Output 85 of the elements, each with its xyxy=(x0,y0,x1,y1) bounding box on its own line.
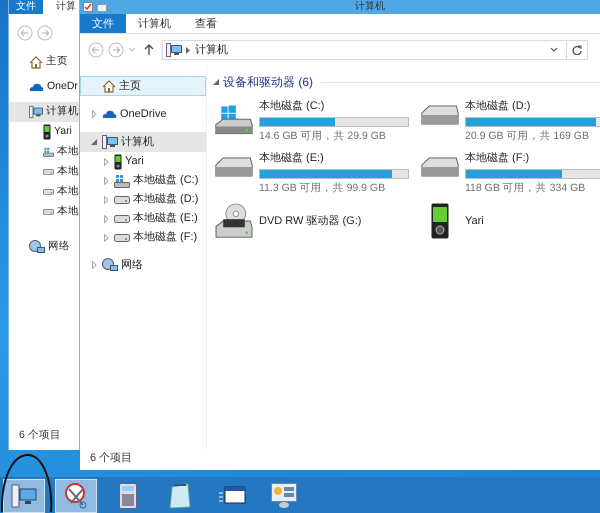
up-button[interactable] xyxy=(144,44,154,56)
drive-space-text: 11.3 GB 可用，共 99.9 GB xyxy=(259,180,386,196)
status-text: 6 个项目 xyxy=(19,428,61,444)
device-name: Yari xyxy=(465,214,484,229)
drive-icon xyxy=(420,104,460,126)
ribbon-tab[interactable]: 文件 xyxy=(80,14,126,33)
caret-icon xyxy=(550,47,558,53)
nav-item[interactable]: 网络 xyxy=(9,237,79,257)
collapsed-arrow-icon xyxy=(104,158,108,166)
collapsed-arrow-icon xyxy=(104,176,108,184)
home-icon xyxy=(29,56,43,68)
ribbon-tab[interactable]: 计算 xyxy=(49,0,79,14)
checklist-icon xyxy=(83,2,93,12)
cloud-icon xyxy=(102,109,117,119)
up-arrow-icon xyxy=(144,44,154,56)
drive-name: 本地磁盘 (E:) xyxy=(259,151,325,166)
section-heading: 设备和驱动器 (6) xyxy=(223,74,313,91)
drive-name: 本地磁盘 (F:) xyxy=(465,151,530,166)
drive-icon xyxy=(114,214,130,222)
address-bar[interactable]: 计算机 xyxy=(162,40,588,60)
nav-tree-item[interactable]: 本地磁盘 (F:) xyxy=(80,228,206,247)
ribbon-tab[interactable]: 查看 xyxy=(183,14,229,33)
nav-tree-item[interactable]: Yari xyxy=(80,152,206,171)
drive-icon xyxy=(43,188,54,196)
nav-item[interactable]: OneDr xyxy=(9,77,79,97)
collapsed-arrow-icon xyxy=(104,234,108,242)
folder-icon xyxy=(97,2,107,12)
expanded-arrow-icon xyxy=(91,139,97,145)
home-icon xyxy=(102,80,116,92)
dvd-drive-icon xyxy=(214,203,254,239)
nav-item[interactable]: 计算机 xyxy=(9,102,79,122)
drive-icon xyxy=(43,208,54,216)
chevron-icon xyxy=(186,46,191,54)
drive-icon xyxy=(43,168,54,176)
drive-icon xyxy=(420,156,460,178)
caret-icon xyxy=(128,47,136,53)
computer-icon xyxy=(29,105,43,119)
refresh-icon xyxy=(572,45,582,55)
collapsed-arrow-icon xyxy=(104,196,108,204)
drive-name: 本地磁盘 (D:) xyxy=(465,99,532,114)
collapsed-arrow-icon xyxy=(104,214,108,222)
cloud-icon xyxy=(29,82,44,92)
nav-item[interactable]: 本地 xyxy=(9,202,79,222)
nav-tree-item[interactable]: 计算机 xyxy=(80,132,206,152)
network-icon xyxy=(29,240,45,254)
mobile-phone-icon xyxy=(431,203,449,239)
nav-item[interactable]: 本地 xyxy=(9,162,79,182)
drive-icon xyxy=(114,234,130,242)
nav-item[interactable]: 本地 xyxy=(9,182,79,202)
window-title: 计算机 xyxy=(355,0,385,14)
nav-item[interactable]: Yari xyxy=(9,122,79,142)
drive-icon xyxy=(114,174,130,188)
phone-icon xyxy=(43,124,51,140)
nav-item[interactable]: 本地 xyxy=(9,142,79,162)
nav-tree-item[interactable]: 本地磁盘 (E:) xyxy=(80,209,206,228)
nav-tree-item[interactable]: 网络 xyxy=(80,255,206,275)
taskbar-button[interactable] xyxy=(3,479,45,513)
control-panel-icon xyxy=(271,483,297,509)
computer-icon xyxy=(166,43,182,57)
calculator-icon xyxy=(119,483,137,509)
address-text: 计算机 xyxy=(195,42,229,58)
drive-icon xyxy=(214,156,254,178)
drive-icon xyxy=(114,196,130,204)
collapsed-arrow-icon xyxy=(92,110,96,118)
computer-icon xyxy=(11,484,37,508)
drive-icon xyxy=(43,145,54,159)
drive-space-text: 118 GB 可用，共 334 GB xyxy=(465,180,586,196)
device-name: DVD RW 驱动器 (G:) xyxy=(259,214,362,229)
status-text: 6 个项目 xyxy=(89,451,134,466)
drive-space-text: 14.6 GB 可用，共 29.9 GB xyxy=(259,128,387,144)
ribbon-tab[interactable]: 文件 xyxy=(9,0,43,14)
scissors-icon xyxy=(63,483,89,509)
phone-icon xyxy=(114,154,122,170)
nav-item[interactable]: 主页 xyxy=(9,52,79,72)
nav-tree-item[interactable]: 本地磁盘 (C:) xyxy=(80,171,206,190)
nav-tree-item[interactable]: OneDrive xyxy=(80,104,206,124)
drive-space-text: 20.9 GB 可用，共 169 GB xyxy=(465,128,590,144)
ribbon-tab[interactable]: 计算机 xyxy=(126,14,183,33)
network-icon xyxy=(102,258,118,272)
nav-tree-item[interactable]: 本地磁盘 (D:) xyxy=(80,190,206,209)
computer-icon xyxy=(102,135,118,149)
notepad-icon xyxy=(168,483,192,509)
drive-name: 本地磁盘 (C:) xyxy=(259,99,326,114)
collapsed-arrow-icon xyxy=(92,261,96,269)
nav-tree-item[interactable]: 主页 xyxy=(80,76,206,96)
